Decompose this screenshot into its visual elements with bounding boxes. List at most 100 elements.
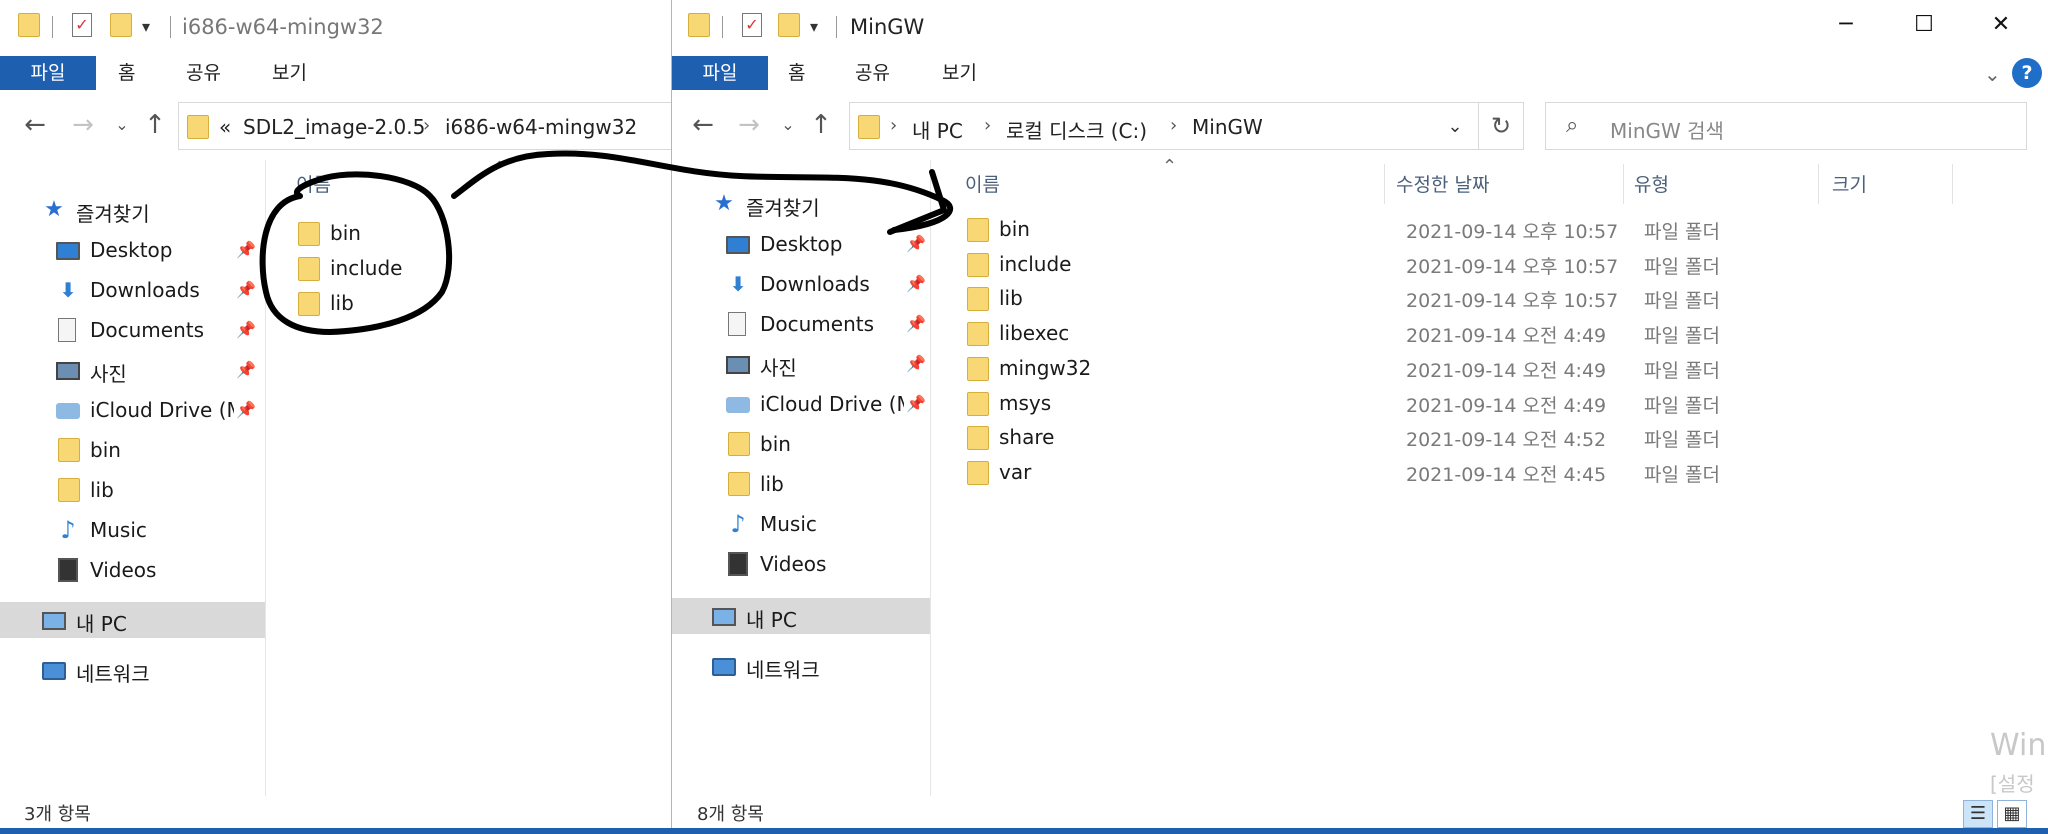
nav-lib[interactable]: lib: [0, 472, 265, 508]
nav-desktop[interactable]: Desktop 📌: [0, 232, 265, 268]
search-box[interactable]: ⌕ MinGW 검색: [1545, 102, 2027, 150]
nav-downloads[interactable]: ⬇ Downloads 📌: [0, 272, 265, 308]
address-dropdown-icon[interactable]: ⌄: [1440, 111, 1470, 143]
nav-network[interactable]: 네트워크: [672, 648, 930, 684]
pin-icon[interactable]: 📌: [906, 274, 926, 293]
pin-icon[interactable]: 📌: [236, 320, 256, 339]
pin-icon[interactable]: 📌: [906, 314, 926, 333]
nav-lib[interactable]: lib: [672, 466, 930, 502]
tab-share[interactable]: 공유: [186, 56, 221, 90]
refresh-icon[interactable]: ↻: [1478, 102, 1524, 150]
column-separator[interactable]: [1818, 164, 1819, 204]
back-button[interactable]: ←: [18, 106, 52, 144]
column-header-name[interactable]: 이름: [965, 170, 1000, 202]
file-row[interactable]: bin: [296, 216, 496, 250]
nav-bin[interactable]: bin: [0, 432, 265, 468]
pin-icon[interactable]: 📌: [906, 234, 926, 253]
new-folder-icon[interactable]: [778, 13, 800, 37]
details-view-button[interactable]: ☰: [1963, 800, 1993, 828]
nav-icloud-drive[interactable]: iCloud Drive (M 📌: [0, 392, 265, 428]
pin-icon[interactable]: 📌: [906, 354, 926, 373]
nav-music[interactable]: ♪ Music: [672, 506, 930, 542]
file-row[interactable]: include: [296, 251, 496, 285]
pin-icon[interactable]: 📌: [236, 400, 256, 419]
tab-share[interactable]: 공유: [855, 56, 890, 90]
breadcrumb-separator[interactable]: ›: [890, 115, 897, 136]
pin-icon[interactable]: 📌: [906, 394, 926, 413]
nav-downloads[interactable]: ⬇ Downloads 📌: [672, 266, 930, 302]
nav-icloud-drive[interactable]: iCloud Drive (M 📌: [672, 386, 930, 422]
table-row[interactable]: libexec 2021-09-14 오전 4:49 파일 폴더: [965, 316, 1965, 350]
table-row[interactable]: msys 2021-09-14 오전 4:49 파일 폴더: [965, 386, 1965, 420]
nav-videos[interactable]: Videos: [0, 552, 265, 588]
tab-home[interactable]: 홈: [118, 56, 135, 90]
file-row[interactable]: lib: [296, 286, 496, 320]
breadcrumb-item[interactable]: i686-w64-mingw32: [445, 115, 637, 139]
nav-pictures[interactable]: 사진 📌: [0, 352, 265, 388]
up-button[interactable]: ↑: [804, 106, 838, 144]
tab-file[interactable]: 파일: [672, 56, 768, 90]
breadcrumb-separator[interactable]: ›: [984, 115, 991, 136]
breadcrumb-item[interactable]: SDL2_image-2.0.5: [243, 115, 425, 139]
tab-view[interactable]: 보기: [272, 56, 307, 90]
recent-locations-button[interactable]: ⌄: [778, 106, 798, 144]
address-bar[interactable]: › 내 PC › 로컬 디스크 (C:) › MinGW ⌄: [849, 102, 1479, 150]
new-folder-icon[interactable]: [110, 13, 132, 37]
column-header-type[interactable]: 유형: [1634, 170, 1669, 202]
column-header-modified[interactable]: 수정한 날짜: [1396, 170, 1489, 202]
up-button[interactable]: ↑: [138, 106, 172, 144]
check-icon[interactable]: ✓: [72, 13, 92, 37]
breadcrumb-item[interactable]: 내 PC: [912, 115, 963, 144]
nav-documents[interactable]: Documents 📌: [672, 306, 930, 342]
nav-network[interactable]: 네트워크: [0, 652, 265, 688]
address-bar[interactable]: « SDL2_image-2.0.5 › i686-w64-mingw32: [178, 102, 671, 150]
column-separator[interactable]: [1952, 164, 1953, 204]
nav-pictures[interactable]: 사진 📌: [672, 346, 930, 382]
expand-ribbon-icon[interactable]: ⌄: [1984, 62, 2001, 86]
maximize-button[interactable]: ☐: [1901, 8, 1947, 42]
table-row[interactable]: mingw32 2021-09-14 오전 4:49 파일 폴더: [965, 351, 1965, 385]
forward-button[interactable]: →: [66, 106, 100, 144]
tab-file[interactable]: 파일: [0, 56, 96, 90]
nav-favorites[interactable]: ★ 즐겨찾기: [672, 186, 930, 222]
breadcrumb-item[interactable]: 로컬 디스크 (C:): [1006, 115, 1147, 144]
nav-music[interactable]: ♪ Music: [0, 512, 265, 548]
pane-divider[interactable]: [265, 160, 266, 796]
tab-home[interactable]: 홈: [788, 56, 805, 90]
table-row[interactable]: bin 2021-09-14 오후 10:57 파일 폴더: [965, 212, 1965, 246]
pin-icon[interactable]: 📌: [236, 280, 256, 299]
back-button[interactable]: ←: [686, 106, 720, 144]
table-row[interactable]: share 2021-09-14 오전 4:52 파일 폴더: [965, 420, 1965, 454]
large-icons-view-button[interactable]: ▦: [1997, 800, 2027, 828]
breadcrumb-separator[interactable]: ›: [1170, 115, 1177, 136]
nav-desktop[interactable]: Desktop 📌: [672, 226, 930, 262]
breadcrumb-overflow[interactable]: «: [219, 115, 231, 139]
recent-locations-button[interactable]: ⌄: [112, 106, 132, 144]
table-row[interactable]: include 2021-09-14 오후 10:57 파일 폴더: [965, 247, 1965, 281]
nav-favorites[interactable]: ★ 즐겨찾기: [0, 192, 265, 228]
search-input[interactable]: MinGW 검색: [1610, 115, 1724, 144]
nav-bin[interactable]: bin: [672, 426, 930, 462]
table-row[interactable]: var 2021-09-14 오전 4:45 파일 폴더: [965, 455, 1965, 489]
customize-toolbar-icon[interactable]: ▾: [810, 17, 830, 43]
column-separator[interactable]: [1623, 164, 1624, 204]
nav-videos[interactable]: Videos: [672, 546, 930, 582]
help-icon[interactable]: ?: [2012, 58, 2042, 88]
customize-toolbar-icon[interactable]: ▾: [142, 17, 162, 43]
close-button[interactable]: ✕: [1978, 8, 2024, 42]
nav-this-pc[interactable]: 내 PC: [0, 602, 265, 638]
check-icon[interactable]: ✓: [742, 13, 762, 37]
column-header-name[interactable]: 이름: [296, 170, 331, 202]
breadcrumb-separator[interactable]: ›: [423, 115, 430, 136]
breadcrumb-item[interactable]: MinGW: [1192, 115, 1263, 139]
nav-this-pc[interactable]: 내 PC: [672, 598, 930, 634]
pane-divider[interactable]: [930, 160, 931, 796]
column-header-size[interactable]: 크기: [1832, 170, 1867, 202]
nav-documents[interactable]: Documents 📌: [0, 312, 265, 348]
pin-icon[interactable]: 📌: [236, 240, 256, 259]
column-separator[interactable]: [1384, 164, 1385, 204]
tab-view[interactable]: 보기: [942, 56, 977, 90]
pin-icon[interactable]: 📌: [236, 360, 256, 379]
forward-button[interactable]: →: [732, 106, 766, 144]
table-row[interactable]: lib 2021-09-14 오후 10:57 파일 폴더: [965, 281, 1965, 315]
